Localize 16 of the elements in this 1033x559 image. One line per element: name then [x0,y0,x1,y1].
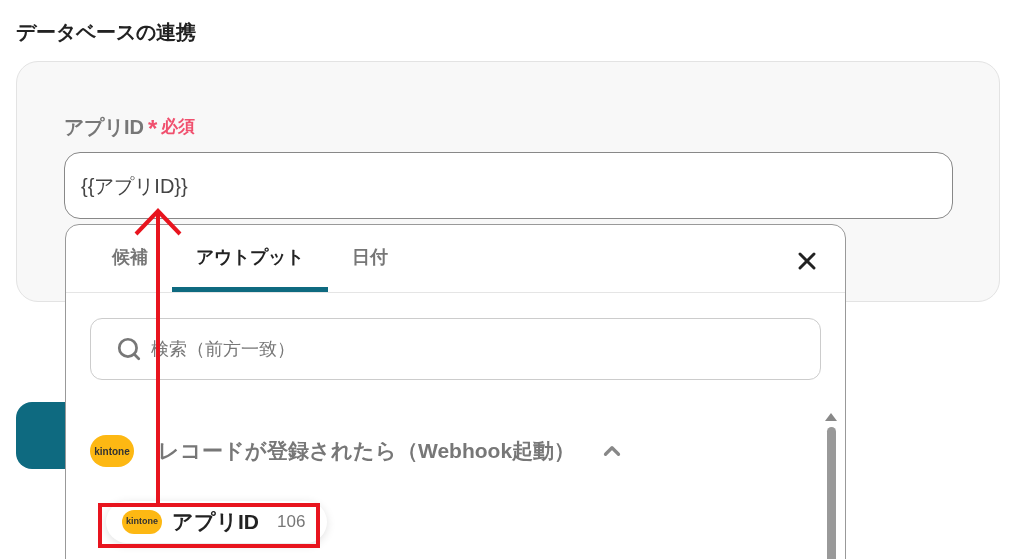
trigger-title: レコードが登録されたら（Webhook起動） [158,438,576,465]
field-label: アプリID [64,115,144,140]
scrollbar-thumb[interactable] [826,427,836,559]
tab[interactable]: 候補 [88,225,172,292]
tab[interactable]: アウトプット [172,225,328,292]
app-id-field[interactable]: {{アプリID}} [64,152,953,219]
scroll-up-icon[interactable] [825,413,837,421]
required-mark: * [148,117,158,141]
tab[interactable]: 日付 [328,225,412,292]
search-icon [116,336,142,362]
section-heading: データベースの連携 [16,20,197,45]
chip-label: アプリID [172,509,259,536]
required-text: 必須 [161,116,196,139]
chip-value: 106 [277,511,306,534]
kintone-logo: kintone [90,435,134,467]
kintone-logo: kintone [122,510,162,534]
